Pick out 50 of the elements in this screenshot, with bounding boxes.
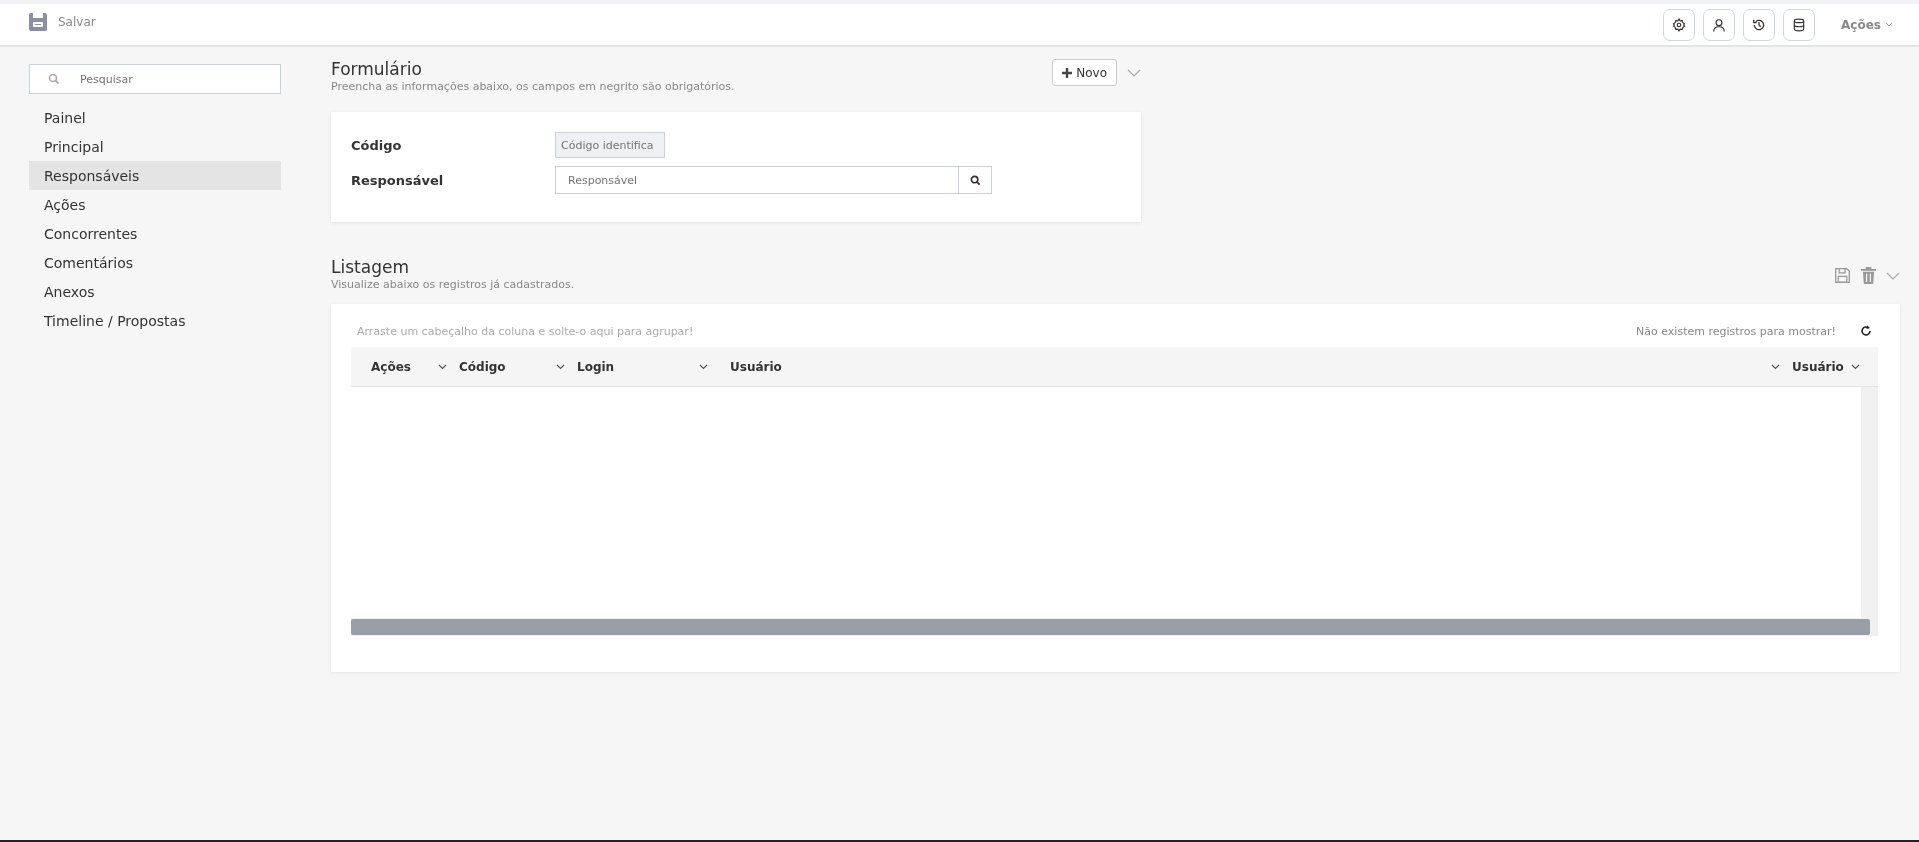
database-icon — [1792, 17, 1807, 32]
column-header[interactable]: Usuário — [1792, 359, 1844, 374]
new-button[interactable]: Novo — [1052, 59, 1117, 86]
search-icon — [48, 73, 60, 85]
settings-icon — [1672, 17, 1687, 32]
chevron-down-icon[interactable] — [1771, 363, 1780, 370]
section-title: Listagem — [331, 257, 410, 277]
history-button[interactable] — [1743, 8, 1776, 41]
sidebar-item[interactable]: Responsáveis — [29, 161, 281, 190]
chevron-down-icon[interactable] — [438, 363, 447, 370]
plus-icon — [1062, 67, 1073, 78]
user-icon — [1712, 17, 1727, 32]
search-field[interactable]: Pesquisar — [29, 64, 281, 94]
chevron-down-icon — [1127, 68, 1141, 77]
refresh-icon[interactable] — [1860, 325, 1872, 337]
user-button[interactable] — [1703, 8, 1736, 41]
scrollbar-thumb[interactable] — [351, 619, 1870, 635]
sidebar-item[interactable]: Timeline / Propostas — [29, 306, 281, 335]
section-subtitle: Visualize abaixo os registros já cadastrados. — [331, 278, 575, 291]
field-label: Responsável — [351, 172, 445, 188]
chevron-down-icon — [1885, 22, 1893, 27]
save-button[interactable]: Salvar — [28, 11, 96, 32]
chevron-down-icon[interactable] — [556, 363, 565, 370]
sidebar-item[interactable]: Comentários — [29, 248, 281, 277]
settings-button[interactable] — [1663, 8, 1696, 41]
search-icon — [969, 174, 981, 186]
history-icon — [1752, 17, 1767, 32]
actions-menu[interactable]: Ações — [1835, 16, 1899, 33]
chevron-down-icon[interactable] — [699, 363, 708, 370]
database-button[interactable] — [1783, 8, 1816, 41]
sidebar-item[interactable]: Anexos — [29, 277, 281, 306]
column-header[interactable]: Usuário — [730, 359, 782, 374]
responsible-field[interactable]: Responsável — [555, 166, 959, 194]
column-header[interactable]: Código — [459, 359, 506, 374]
trash-icon[interactable] — [1861, 267, 1876, 284]
sidebar-item[interactable]: Principal — [29, 132, 281, 161]
column-header[interactable]: Login — [577, 359, 615, 374]
save-icon — [28, 11, 48, 32]
field-label: Código — [351, 137, 403, 153]
section-subtitle: Preencha as informações abaixo, os campos em negrito são obrigatórios. — [331, 80, 735, 93]
sidebar-item[interactable]: Concorrentes — [29, 219, 281, 248]
section-title: Formulário — [331, 59, 423, 79]
chevron-down-icon[interactable] — [1851, 363, 1860, 370]
sidebar-item[interactable]: Painel — [29, 103, 281, 132]
save-icon[interactable] — [1834, 267, 1851, 284]
group-hint: Arraste um cabeçalho da coluna e solte-o aqui para agrupar! — [357, 324, 695, 338]
search-button[interactable] — [959, 166, 992, 194]
sidebar-item[interactable]: Ações — [29, 190, 281, 219]
empty-message: Não existem registros para mostrar! — [1636, 324, 1836, 338]
column-header[interactable]: Ações — [371, 359, 411, 374]
